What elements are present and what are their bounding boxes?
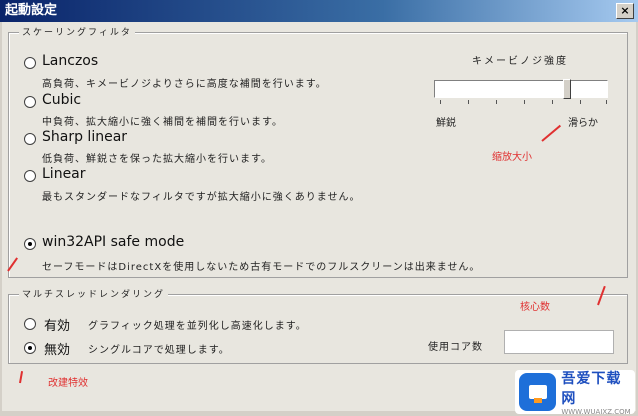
multithread-enabled-label[interactable]: 有効 <box>44 315 70 334</box>
safe-mode-radio[interactable] <box>24 238 36 250</box>
sharpness-slider-thumb[interactable] <box>563 79 571 99</box>
enable-mode-annotation: 改建特效 <box>48 378 88 389</box>
slider-tick <box>496 100 497 104</box>
scaling-filter-legend: スケーリングフィルタ <box>19 25 135 38</box>
site-watermark: 吾爱下载网 WWW.WUAIXZ.COM <box>515 370 635 416</box>
slider-tick <box>580 100 581 104</box>
slider-tick <box>440 100 441 104</box>
multithread-enabled-desc: グラフィック処理を並列化し高速化します。 <box>88 321 307 332</box>
cubic-label[interactable]: Cubic <box>42 92 81 108</box>
safe-mode-label[interactable]: win32API safe mode <box>42 234 184 250</box>
sharpness-slider-title: キメービノジ強度 <box>472 56 568 67</box>
core-count-select[interactable] <box>504 330 614 354</box>
safe-mode-desc: セーフモードはDirectXを使用しないため古有モードでのフルスクリーンは出来ま… <box>42 262 481 273</box>
slider-tick <box>524 100 525 104</box>
close-button[interactable]: × <box>616 3 634 19</box>
lanczos-desc: 高負荷、キメービノジよりさらに高度な補間を行います。 <box>42 79 327 90</box>
multithread-disabled-radio[interactable] <box>24 342 36 354</box>
slider-tick <box>606 100 607 104</box>
sharp-linear-desc: 低負荷、鮮鋭さを保った拡大縮小を行います。 <box>42 154 272 165</box>
lanczos-label[interactable]: Lanczos <box>42 53 98 69</box>
watermark-name: 吾爱下载网 <box>561 371 622 407</box>
multithread-disabled-desc: シングルコアで処理します。 <box>88 345 230 356</box>
scale-size-annotation: 缩放大小 <box>492 152 532 163</box>
core-count-annotation: 核心数 <box>520 302 550 313</box>
linear-desc: 最もスタンダードなフィルタですが拡大縮小に強くありません。 <box>42 192 361 203</box>
linear-label[interactable]: Linear <box>42 166 86 182</box>
slider-right-label: 滑らか <box>568 118 598 129</box>
sharp-linear-radio[interactable] <box>24 133 36 145</box>
watermark-url: WWW.WUAIXZ.COM <box>561 408 631 416</box>
enable-mode-arrow <box>19 371 24 384</box>
window-title: 起動設定 <box>5 3 58 18</box>
multithread-disabled-label[interactable]: 無効 <box>44 339 70 358</box>
slider-tick <box>468 100 469 104</box>
multithread-legend: マルチスレッドレンダリング <box>19 287 169 300</box>
multithread-enabled-radio[interactable] <box>24 318 36 330</box>
cubic-radio[interactable] <box>24 96 36 108</box>
dialog-client-area: スケーリングフィルタ Lanczos 高負荷、キメービノジよりさらに高度な補間を… <box>2 22 636 416</box>
cubic-desc: 中負荷、拡大縮小に強く補間を補間を行います。 <box>42 117 283 128</box>
sharp-linear-label[interactable]: Sharp linear <box>42 129 127 145</box>
slider-tick <box>552 100 553 104</box>
core-count-label: 使用コア数 <box>428 342 483 353</box>
window-titlebar: 起動設定 × <box>0 0 638 22</box>
download-site-logo-icon <box>519 373 557 411</box>
lanczos-radio[interactable] <box>24 57 36 69</box>
slider-left-label: 鮮鋭 <box>436 118 456 129</box>
sharpness-slider[interactable] <box>434 79 608 99</box>
linear-radio[interactable] <box>24 170 36 182</box>
